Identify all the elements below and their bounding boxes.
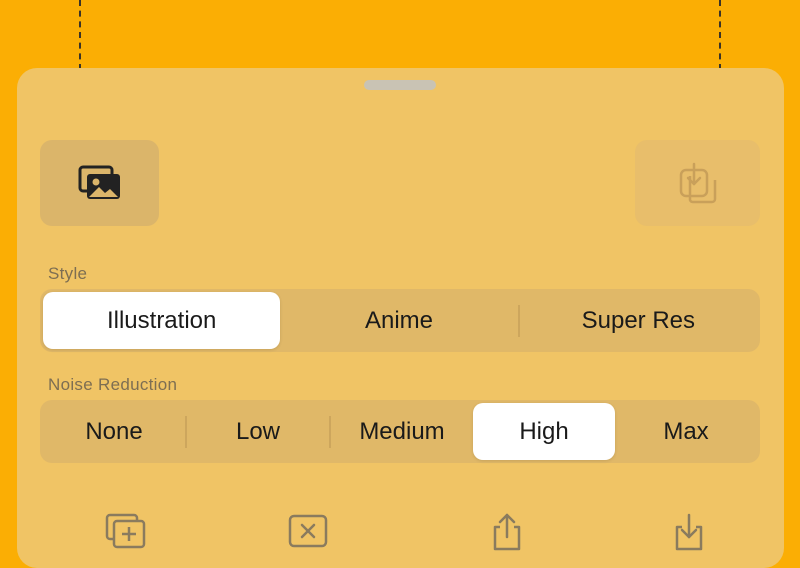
noise-option-medium[interactable]: Medium bbox=[331, 403, 473, 460]
noise-option-low[interactable]: Low bbox=[187, 403, 329, 460]
add-images-icon[interactable] bbox=[104, 511, 148, 551]
dashed-guide-right bbox=[719, 0, 721, 70]
noise-option-max[interactable]: Max bbox=[615, 403, 757, 460]
noise-reduction-segmented-control: None Low Medium High Max bbox=[40, 400, 760, 463]
noise-option-none[interactable]: None bbox=[43, 403, 185, 460]
noise-reduction-label: Noise Reduction bbox=[48, 375, 178, 394]
noise-option-high[interactable]: High bbox=[473, 403, 615, 460]
photo-library-icon bbox=[78, 165, 120, 199]
style-option-illustration[interactable]: Illustration bbox=[43, 292, 281, 349]
bottom-sheet: Style Illustration Anime Super Res Noise… bbox=[17, 68, 784, 568]
dashed-guide-left bbox=[79, 0, 81, 70]
style-option-super-res[interactable]: Super Res bbox=[520, 292, 757, 349]
photo-library-button[interactable] bbox=[40, 140, 159, 226]
style-label: Style bbox=[48, 264, 88, 283]
share-icon[interactable] bbox=[487, 511, 527, 551]
download-icon[interactable] bbox=[669, 511, 709, 551]
style-option-anime[interactable]: Anime bbox=[280, 292, 517, 349]
clear-icon[interactable] bbox=[287, 511, 329, 551]
save-to-device-icon bbox=[679, 162, 716, 204]
style-segmented-control: Illustration Anime Super Res bbox=[40, 289, 760, 352]
sheet-grabber[interactable] bbox=[364, 80, 436, 90]
save-button[interactable] bbox=[635, 140, 760, 226]
